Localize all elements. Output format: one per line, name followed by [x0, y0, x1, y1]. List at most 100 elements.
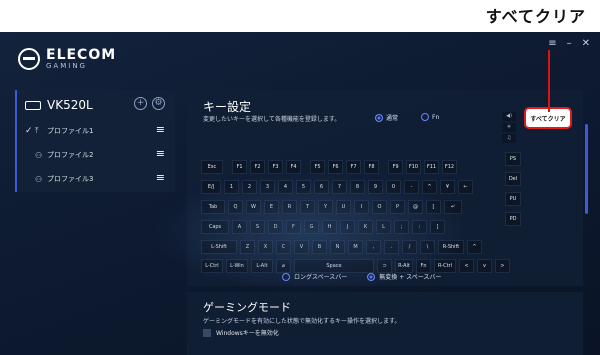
key[interactable]: M	[348, 240, 363, 254]
key[interactable]: F1	[232, 160, 247, 174]
scrollbar[interactable]	[585, 124, 588, 214]
key[interactable]: C	[276, 240, 291, 254]
menu-icon[interactable]: ≡	[548, 38, 556, 49]
key-ps[interactable]: PS	[505, 152, 521, 166]
henkan-space-radio[interactable]: 無変換 + スペースバー	[367, 272, 441, 281]
key[interactable]: 8	[350, 180, 365, 194]
key[interactable]: v	[477, 259, 492, 273]
key[interactable]: ;	[394, 220, 409, 234]
key[interactable]: ]	[430, 220, 445, 234]
key[interactable]: <	[459, 259, 474, 273]
key[interactable]: L	[376, 220, 391, 234]
key[interactable]: O	[372, 200, 387, 214]
key[interactable]: T	[300, 200, 315, 214]
key[interactable]: L-Win	[226, 259, 248, 273]
key[interactable]: ,	[366, 240, 381, 254]
key[interactable]: R-Alt	[395, 259, 413, 273]
key[interactable]: R-Ctrl	[434, 259, 456, 273]
key[interactable]: \	[420, 240, 435, 254]
key[interactable]: [	[426, 200, 441, 214]
key[interactable]: ¥	[440, 180, 455, 194]
key[interactable]: ^	[467, 240, 482, 254]
key[interactable]: .	[384, 240, 399, 254]
mode-fn-radio[interactable]: Fn	[421, 113, 439, 121]
key[interactable]: F4	[286, 160, 301, 174]
key[interactable]: R-Shift	[438, 240, 464, 254]
key[interactable]: F2	[250, 160, 265, 174]
key[interactable]: 6	[314, 180, 329, 194]
settings-icon[interactable]: ⚙	[152, 97, 165, 110]
key[interactable]: >	[495, 259, 510, 273]
key[interactable]: F6	[328, 160, 343, 174]
key[interactable]: Y	[318, 200, 333, 214]
key[interactable]: 9	[368, 180, 383, 194]
profile-item-1[interactable]: ✓ ⤒ プロファイル1 ≡	[25, 124, 165, 138]
profile-item-3[interactable]: ⚇ プロファイル3 ≡	[25, 172, 165, 186]
key[interactable]: G	[304, 220, 319, 234]
key[interactable]: F11	[424, 160, 439, 174]
key[interactable]: L-Alt	[251, 259, 273, 273]
key[interactable]: F8	[364, 160, 379, 174]
key[interactable]: J	[340, 220, 355, 234]
key[interactable]: 7	[332, 180, 347, 194]
key-pu[interactable]: PU	[505, 192, 521, 206]
key[interactable]: 1	[224, 180, 239, 194]
key-pd[interactable]: PD	[505, 212, 521, 226]
key[interactable]: 2	[242, 180, 257, 194]
disable-windows-key-checkbox[interactable]: Windowsキーを無効化	[203, 328, 279, 337]
key[interactable]: R	[282, 200, 297, 214]
key[interactable]: ⊃	[377, 259, 392, 273]
key-del[interactable]: Del	[505, 172, 521, 186]
key[interactable]: H	[322, 220, 337, 234]
key[interactable]: D	[268, 220, 283, 234]
key[interactable]: 0	[386, 180, 401, 194]
key[interactable]: F12	[442, 160, 457, 174]
long-space-radio[interactable]: ロングスペースバー	[282, 272, 347, 281]
key[interactable]: Caps	[201, 220, 229, 234]
key[interactable]: L-Ctrl	[201, 259, 223, 273]
key[interactable]: I	[354, 200, 369, 214]
key[interactable]: E/J	[201, 180, 221, 194]
key[interactable]: F9	[388, 160, 403, 174]
key[interactable]: F5	[310, 160, 325, 174]
key[interactable]: P	[390, 200, 405, 214]
key[interactable]: W	[246, 200, 261, 214]
enter-key[interactable]: ↵	[444, 200, 462, 214]
key[interactable]: Esc	[201, 160, 223, 174]
key[interactable]: 3	[260, 180, 275, 194]
key[interactable]: -	[404, 180, 419, 194]
add-profile-icon[interactable]: +	[134, 97, 147, 110]
key[interactable]: E	[264, 200, 279, 214]
volume-icon[interactable]: ◀)	[502, 112, 516, 121]
key[interactable]: F3	[268, 160, 283, 174]
profile-item-2[interactable]: ⚇ プロファイル2 ≡	[25, 148, 165, 162]
profile-menu-icon[interactable]: ≡	[156, 124, 165, 136]
key[interactable]: F10	[406, 160, 421, 174]
key[interactable]: :	[412, 220, 427, 234]
brightness-icon[interactable]: ☀	[502, 123, 516, 132]
profile-menu-icon[interactable]: ≡	[156, 148, 165, 160]
key[interactable]: F7	[346, 160, 361, 174]
key[interactable]: Fn	[416, 259, 431, 273]
key[interactable]: Space	[294, 259, 374, 273]
key[interactable]: L-Shift	[201, 240, 237, 254]
key[interactable]: K	[358, 220, 373, 234]
key[interactable]: U	[336, 200, 351, 214]
key[interactable]: F	[286, 220, 301, 234]
music-icon[interactable]: ♫	[502, 134, 516, 143]
key[interactable]: 4	[278, 180, 293, 194]
key[interactable]: N	[330, 240, 345, 254]
key[interactable]: X	[258, 240, 273, 254]
minimize-button[interactable]: –	[567, 38, 572, 49]
key[interactable]: V	[294, 240, 309, 254]
key[interactable]: B	[312, 240, 327, 254]
key[interactable]: ^	[422, 180, 437, 194]
key[interactable]: Z	[240, 240, 255, 254]
key[interactable]: ⌀	[276, 259, 291, 273]
key[interactable]: Q	[228, 200, 243, 214]
mode-normal-radio[interactable]: 通常	[375, 113, 398, 122]
profile-menu-icon[interactable]: ≡	[156, 172, 165, 184]
key[interactable]: S	[250, 220, 265, 234]
key[interactable]: /	[402, 240, 417, 254]
close-button[interactable]: ✕	[582, 38, 590, 49]
